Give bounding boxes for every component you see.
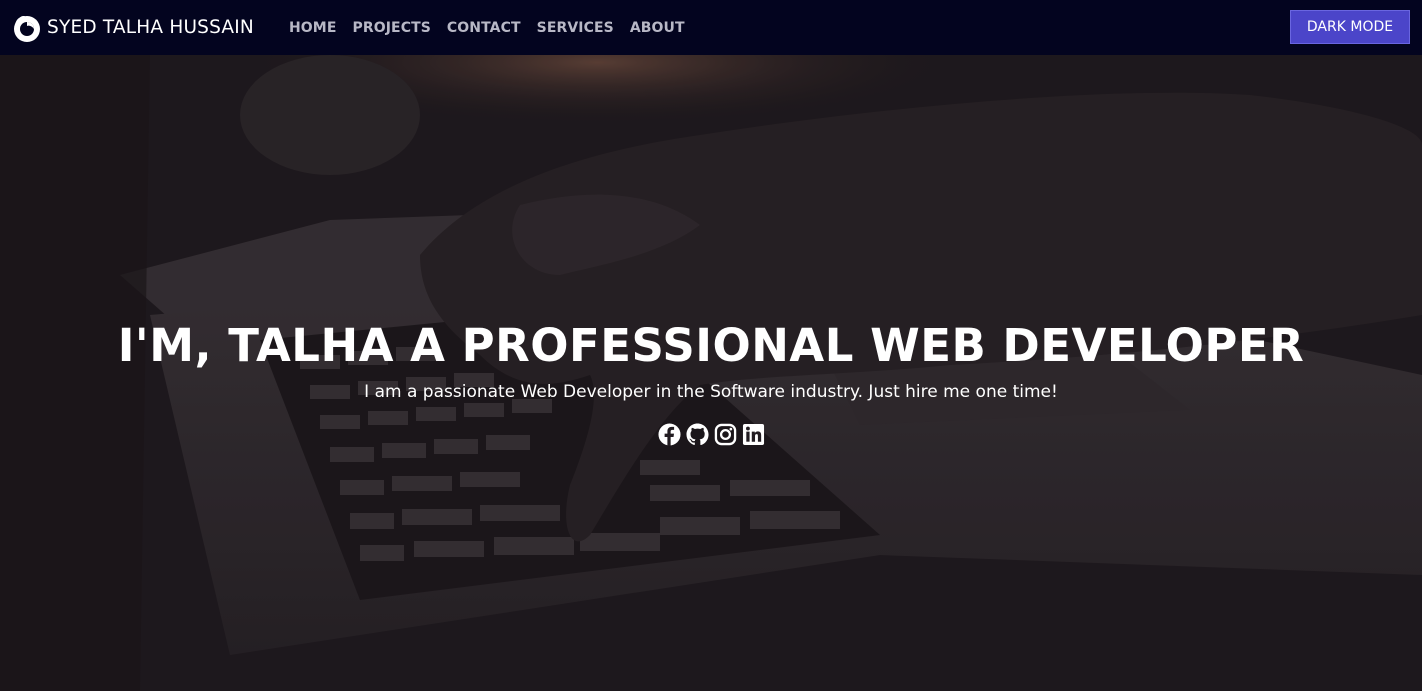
firefox-logo-icon [12, 13, 42, 43]
instagram-icon[interactable] [714, 423, 737, 446]
hero-content: I'M, TALHA A PROFESSIONAL WEB DEVELOPER … [0, 320, 1422, 446]
nav-about[interactable]: ABOUT [630, 20, 685, 36]
brand-name: SYED TALHA HUSSAIN [47, 17, 254, 38]
hero-section: I'M, TALHA A PROFESSIONAL WEB DEVELOPER … [0, 55, 1422, 691]
facebook-icon[interactable] [657, 423, 681, 446]
github-icon[interactable] [685, 423, 709, 446]
linkedin-icon[interactable] [742, 423, 765, 446]
nav-services[interactable]: SERVICES [537, 20, 614, 36]
nav-contact[interactable]: CONTACT [447, 20, 521, 36]
hero-subtitle: I am a passionate Web Developer in the S… [364, 382, 1058, 402]
hero-title: I'M, TALHA A PROFESSIONAL WEB DEVELOPER [117, 319, 1305, 372]
dark-mode-button[interactable]: DARK MODE [1290, 10, 1410, 44]
brand-link[interactable]: SYED TALHA HUSSAIN [12, 13, 254, 43]
nav-projects[interactable]: PROJECTS [352, 20, 430, 36]
nav-menu: HOME PROJECTS CONTACT SERVICES ABOUT [289, 20, 701, 36]
nav-home[interactable]: HOME [289, 20, 337, 36]
social-links [0, 423, 1422, 446]
navbar: SYED TALHA HUSSAIN HOME PROJECTS CONTACT… [0, 0, 1422, 55]
